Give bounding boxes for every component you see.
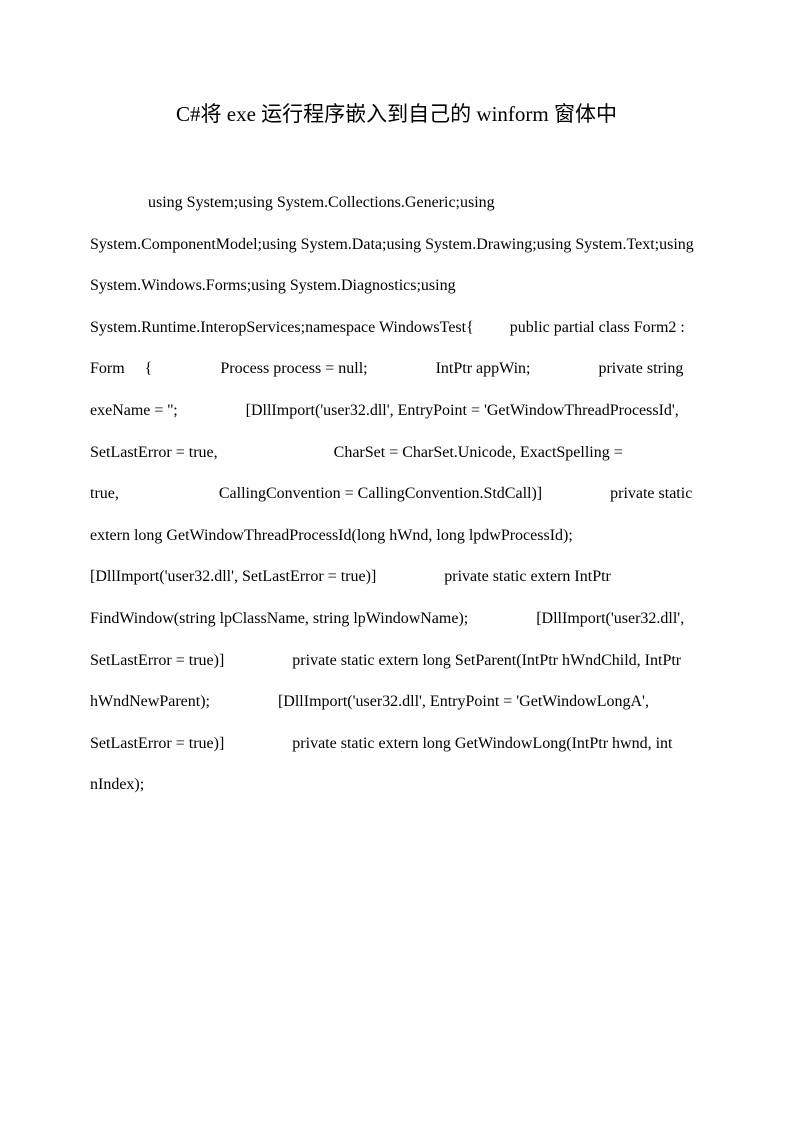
document-body: using System;using System.Collections.Ge… <box>90 182 703 806</box>
body-content: using System;using System.Collections.Ge… <box>90 194 694 793</box>
document-title: C#将 exe 运行程序嵌入到自己的 winform 窗体中 <box>90 98 703 128</box>
